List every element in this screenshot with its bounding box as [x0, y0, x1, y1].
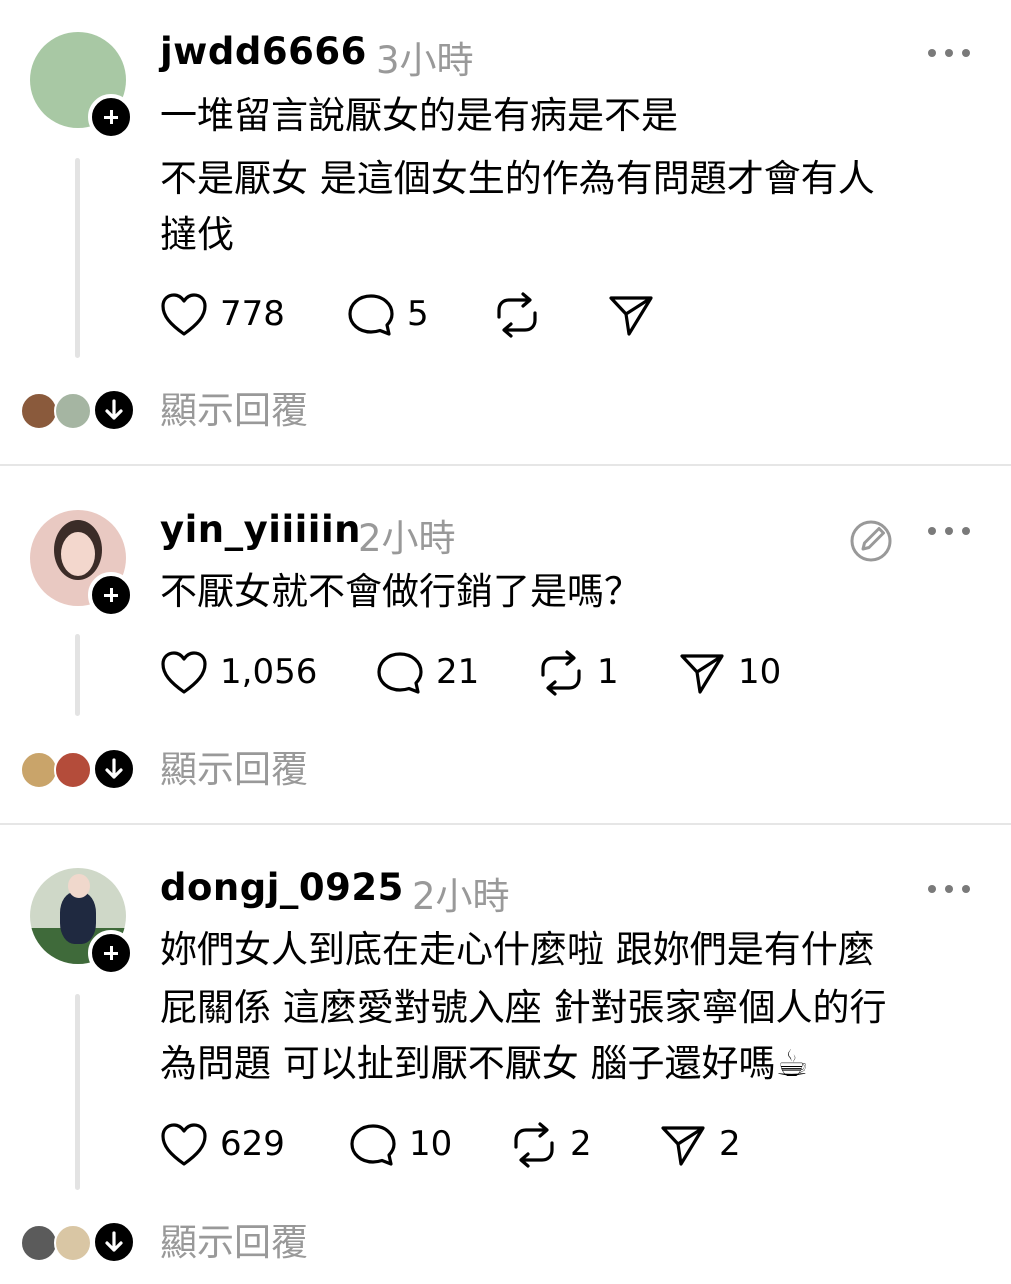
- edit-icon[interactable]: [848, 518, 894, 564]
- show-replies-label[interactable]: 顯示回覆: [160, 739, 308, 793]
- repost-icon: [497, 292, 537, 338]
- thread-line: [75, 994, 80, 1190]
- timestamp: 2小時: [358, 517, 456, 560]
- comment-bubble-icon: [348, 294, 394, 336]
- repost-count: 1: [597, 652, 619, 692]
- divider: [0, 823, 1011, 825]
- thread-line: [75, 634, 80, 716]
- comment-count: 10: [409, 1124, 453, 1164]
- show-replies-label[interactable]: 顯示回覆: [160, 1212, 308, 1266]
- show-replies-row[interactable]: 顯示回覆: [0, 747, 1011, 811]
- post-text-line: 為問題 可以扯到厭不厭女 腦子還好嗎☕: [160, 1042, 809, 1085]
- share-count: 2: [719, 1124, 741, 1164]
- reply-avatar: [20, 1224, 58, 1262]
- more-dots-icon[interactable]: [926, 46, 972, 60]
- like-count: 778: [220, 294, 285, 334]
- repost-icon: [514, 1122, 554, 1168]
- divider: [0, 464, 1011, 466]
- send-icon: [680, 654, 724, 694]
- repost-button[interactable]: 1: [537, 650, 627, 696]
- comment-count: 5: [407, 294, 429, 334]
- like-count: 629: [220, 1124, 285, 1164]
- reply-avatar: [54, 751, 92, 789]
- username[interactable]: jwdd6666: [160, 30, 367, 73]
- comment-button[interactable]: 5: [347, 292, 437, 338]
- reply-avatar: [54, 1224, 92, 1262]
- show-replies-row[interactable]: 顯示回覆: [0, 388, 1011, 452]
- share-button[interactable]: 2: [659, 1122, 749, 1168]
- repost-button[interactable]: [493, 292, 543, 338]
- repost-count: 2: [570, 1124, 592, 1164]
- username[interactable]: yin_yiiiiin: [160, 508, 361, 551]
- reply-avatar: [54, 392, 92, 430]
- comment-button[interactable]: 21: [376, 650, 486, 696]
- arrow-down-icon: [92, 747, 136, 791]
- share-count: 10: [738, 652, 782, 692]
- arrow-down-icon: [92, 1220, 136, 1264]
- timestamp: 3小時: [376, 39, 474, 82]
- post-text-line: 屁關係 這麼愛對號入座 針對張家寧個人的行: [160, 986, 887, 1029]
- timestamp: 2小時: [412, 875, 510, 918]
- share-button[interactable]: [607, 292, 657, 338]
- thread-line: [75, 158, 80, 358]
- username[interactable]: dongj_0925: [160, 866, 404, 909]
- post-text-line: 不厭女就不會做行銷了是嗎？: [160, 570, 641, 613]
- follow-plus-icon[interactable]: [88, 930, 134, 976]
- share-button[interactable]: 10: [678, 650, 788, 696]
- show-replies-label[interactable]: 顯示回覆: [160, 380, 308, 434]
- more-dots-icon[interactable]: [926, 882, 972, 896]
- post-text-line: 一堆留言說厭女的是有病是不是: [160, 94, 678, 137]
- post-text-line: 不是厭女 是這個女生的作為有問題才會有人: [160, 157, 875, 200]
- arrow-down-icon: [92, 388, 136, 432]
- post-text-line: 妳們女人到底在走心什麼啦 跟妳們是有什麼: [160, 928, 875, 971]
- comment-count: 21: [436, 652, 480, 692]
- reply-avatar: [20, 751, 58, 789]
- like-button[interactable]: 1,056: [160, 650, 320, 696]
- comment-bubble-icon: [350, 1124, 396, 1166]
- follow-plus-icon[interactable]: [88, 94, 134, 140]
- reply-avatar: [20, 392, 58, 430]
- repost-icon: [541, 650, 581, 696]
- like-button[interactable]: 778: [160, 292, 290, 338]
- comment-bubble-icon: [377, 652, 423, 694]
- follow-plus-icon[interactable]: [88, 572, 134, 618]
- post-text-line: 撻伐: [160, 213, 234, 256]
- heart-icon: [161, 293, 207, 336]
- like-button[interactable]: 629: [160, 1122, 290, 1168]
- send-icon: [661, 1126, 705, 1166]
- more-dots-icon[interactable]: [926, 524, 972, 538]
- comment-button[interactable]: 10: [349, 1122, 459, 1168]
- repost-button[interactable]: 2: [510, 1122, 600, 1168]
- like-count: 1,056: [220, 652, 318, 692]
- heart-icon: [161, 1123, 207, 1166]
- show-replies-row[interactable]: 顯示回覆: [0, 1220, 1011, 1284]
- send-icon: [609, 296, 653, 336]
- heart-icon: [161, 651, 207, 694]
